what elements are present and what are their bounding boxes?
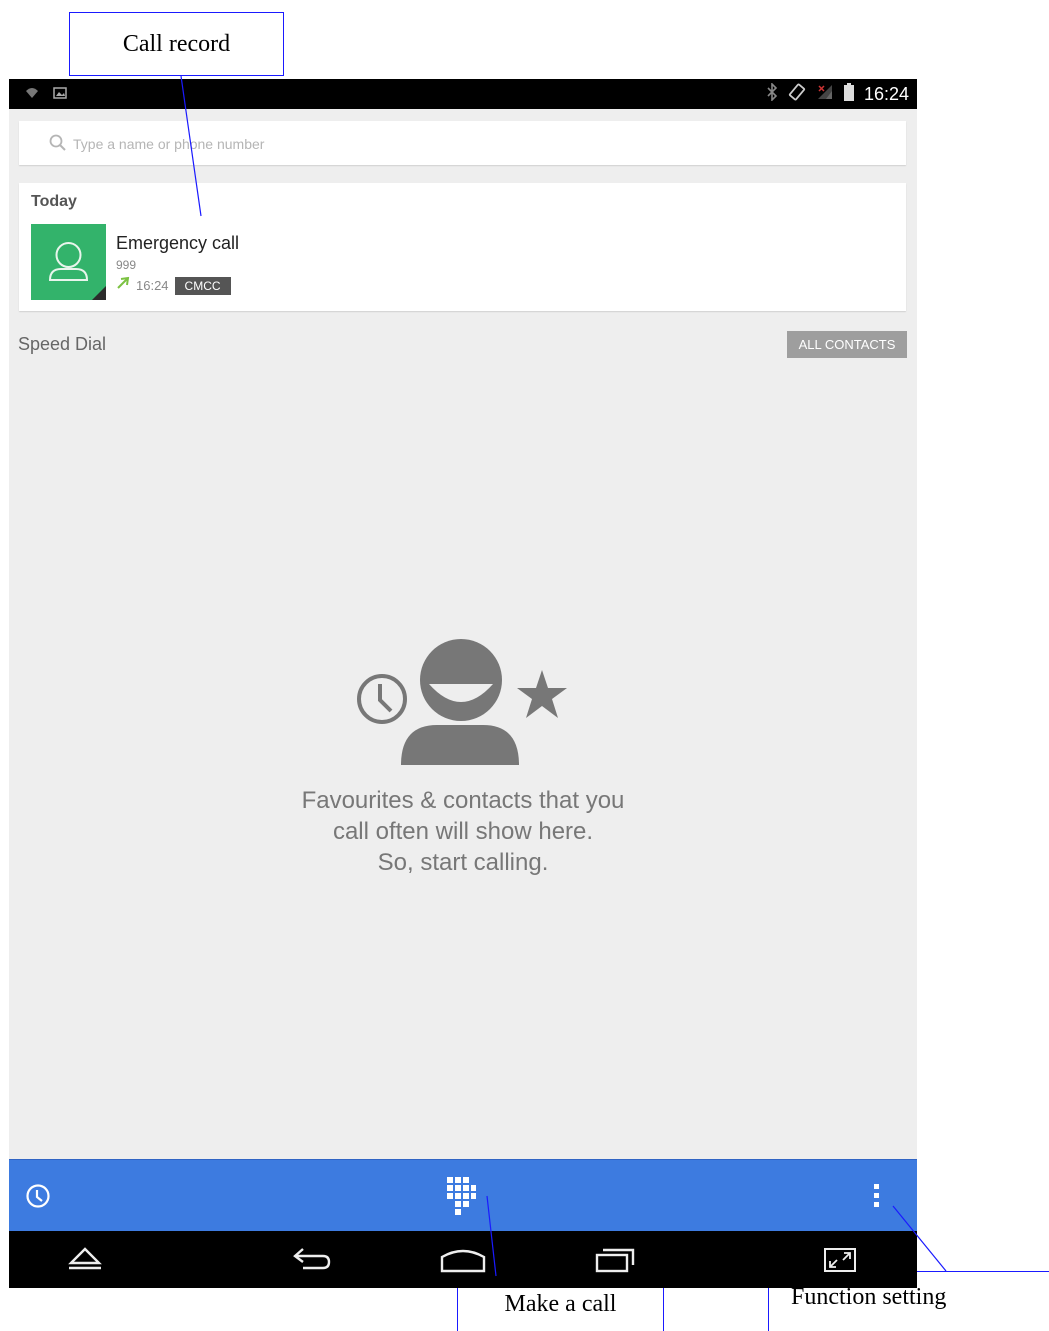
overflow-menu-icon[interactable]	[873, 1183, 881, 1214]
call-entry-meta: 16:24 CMCC	[116, 276, 231, 295]
avatar[interactable]	[31, 224, 106, 300]
empty-message-line: So, start calling.	[377, 849, 549, 876]
call-log-section-label: Today	[31, 193, 77, 210]
call-entry-time: 16:24	[136, 278, 169, 293]
call-entry-name[interactable]: Emergency call	[116, 233, 239, 254]
search-bar[interactable]	[19, 121, 906, 165]
back-icon[interactable]	[291, 1245, 333, 1278]
quick-contact-corner	[92, 286, 106, 300]
person-icon	[401, 639, 519, 765]
wifi-icon	[25, 86, 39, 105]
battery-icon	[843, 83, 854, 106]
empty-message-line: Favourites & contacts that you	[301, 787, 625, 814]
call-log-card: Today Emergency call 999 16:24 CMCC	[19, 183, 906, 311]
search-icon	[49, 134, 67, 157]
star-icon	[517, 670, 567, 718]
system-nav-bar	[9, 1231, 917, 1288]
dialer-action-bar	[9, 1159, 917, 1232]
speed-dial-label: Speed Dial	[18, 334, 107, 354]
image-notification-icon	[53, 86, 67, 105]
search-input[interactable]	[71, 129, 875, 159]
recents-icon[interactable]	[593, 1245, 637, 1278]
recent-icon[interactable]	[25, 1183, 51, 1214]
phone-screen: 16:24 Today Emergency call 999 16:24 CMC…	[9, 79, 917, 1288]
outgoing-call-icon	[116, 276, 130, 295]
status-time: 16:24	[863, 84, 909, 104]
call-record-callout: Call record	[69, 12, 284, 76]
status-bar: 16:24	[9, 79, 917, 109]
home-icon[interactable]	[440, 1245, 486, 1278]
dialpad-icon[interactable]	[445, 1175, 477, 1224]
speed-dial-empty-message: Favourites & contacts that you call ofte…	[213, 785, 713, 878]
bluetooth-icon	[766, 82, 778, 106]
clock-icon	[357, 674, 407, 724]
fullscreen-icon[interactable]	[821, 1245, 859, 1278]
signal-icon	[816, 83, 834, 106]
call-entry-number: 999	[116, 258, 137, 272]
up-icon[interactable]	[67, 1245, 103, 1276]
sim-badge: CMCC	[174, 276, 231, 295]
all-contacts-button[interactable]: ALL CONTACTS	[787, 331, 907, 358]
rotation-icon	[788, 83, 806, 106]
empty-message-line: call often will show here.	[332, 818, 594, 845]
speed-dial-empty-illustration	[357, 639, 567, 765]
